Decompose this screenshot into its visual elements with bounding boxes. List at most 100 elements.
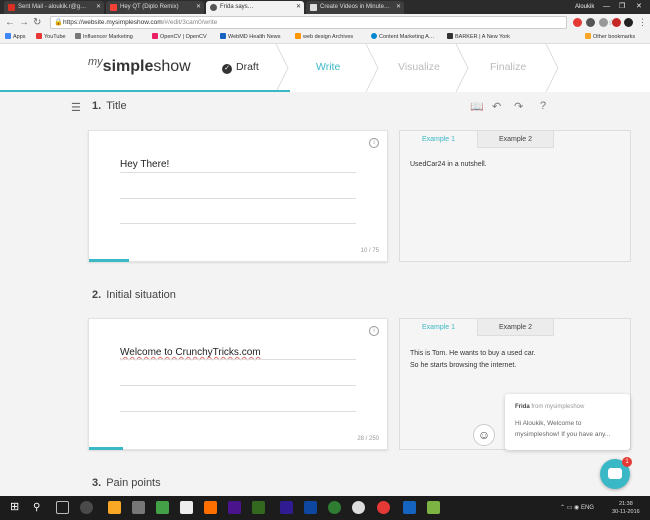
progress-bar [89, 447, 123, 450]
simpleshow-icon [210, 4, 217, 11]
windows-start-icon[interactable]: ⊞ [10, 501, 23, 514]
minimize-icon[interactable]: — [603, 0, 610, 14]
task-view-icon[interactable] [56, 501, 69, 514]
frida-avatar[interactable]: ☺ [473, 424, 495, 446]
chevron-separator [545, 44, 559, 92]
maximize-icon[interactable]: ❐ [619, 0, 625, 14]
search-icon[interactable]: ⚲ [33, 501, 46, 514]
clock[interactable]: 21:38 30-11-2016 [612, 500, 640, 516]
dreamweaver-icon[interactable] [252, 501, 265, 514]
tab-hey-qt[interactable]: Hey QT (Diplo Remix) ✕ [106, 1, 204, 14]
illustrator-icon[interactable] [204, 501, 217, 514]
bookmark-content-marketing[interactable]: Content Marketing A… [371, 31, 434, 44]
chat-popup[interactable]: Frida from mysimpleshow Hi Aloukik, Welc… [505, 394, 630, 450]
bookmark-youtube[interactable]: YouTube [36, 31, 66, 44]
youtube-icon [110, 4, 117, 11]
app-icon[interactable] [180, 501, 193, 514]
app-icon[interactable] [427, 501, 440, 514]
app-icon[interactable] [80, 501, 93, 514]
step-write[interactable]: Write [316, 61, 340, 73]
photoshop-icon[interactable] [304, 501, 317, 514]
app-header: mysimpleshow ✓ Draft Write Visualize Fina… [0, 44, 650, 92]
file-explorer-icon[interactable] [108, 501, 121, 514]
step-draft[interactable]: ✓ Draft [222, 61, 259, 74]
example-2-tab[interactable]: Example 2 [477, 131, 554, 148]
gmail-icon [8, 4, 15, 11]
title-text-input[interactable]: Hey There! [120, 159, 169, 170]
chat-sender: Frida from mysimpleshow [515, 404, 585, 410]
step-visualize[interactable]: Visualize [398, 61, 440, 73]
progress-line [0, 90, 290, 92]
example-panel: Example 1 Example 2 UsedCar24 in a nutsh… [399, 130, 631, 262]
bookmark-other[interactable]: Other bookmarks [585, 31, 635, 44]
initial-situation-input[interactable]: Welcome to CrunchyTricks.com [120, 347, 261, 358]
extension-icon[interactable] [612, 18, 621, 27]
bookmark-webmd[interactable]: WebMD Health News [220, 31, 280, 44]
address-bar-row: ← → ↻ 🔒 https://website.mysimpleshow.com… [0, 14, 650, 31]
window-close-icon[interactable]: ✕ [636, 0, 642, 14]
lock-icon: 🔒 [54, 19, 63, 26]
help-icon[interactable]: ? [540, 100, 546, 112]
bookmark-influencer[interactable]: Influencer Marketing [75, 31, 133, 44]
app-icon[interactable] [132, 501, 145, 514]
lightbulb-icon[interactable]: i [369, 138, 379, 148]
initial-situation-card[interactable]: i Welcome to CrunchyTricks.com 28 / 250 [88, 318, 388, 450]
notification-badge: 1 [622, 457, 632, 467]
book-icon[interactable]: 📖 [470, 100, 484, 113]
profile-name[interactable]: Aloukik [575, 0, 594, 14]
example-text: UsedCar24 in a nutshell. [410, 161, 487, 168]
close-icon[interactable]: ✕ [396, 1, 401, 14]
undo-icon[interactable]: ↶ [492, 100, 501, 113]
extension-icon[interactable] [599, 18, 608, 27]
example-2-tab[interactable]: Example 2 [477, 319, 554, 336]
example-text: This is Tom. He wants to buy a used car.… [410, 350, 536, 369]
after-effects-icon[interactable] [280, 501, 293, 514]
bookmark-webdesign[interactable]: web design Archives [295, 31, 353, 44]
adblock-icon[interactable] [573, 18, 582, 27]
language-indicator[interactable]: ENG [581, 505, 594, 511]
url-input[interactable]: 🔒 https://website.mysimpleshow.com/#/edi… [50, 16, 615, 29]
progress-bar [89, 259, 129, 262]
close-icon[interactable]: ✕ [196, 1, 201, 14]
char-counter: 10 / 75 [360, 248, 379, 254]
section-title-header: 1. Title [92, 100, 127, 112]
tab-frida[interactable]: Frida says… ✕ [206, 1, 304, 14]
forward-icon[interactable]: → [19, 16, 29, 29]
app-icon[interactable] [156, 501, 169, 514]
chevron-separator [275, 44, 289, 92]
step-finalize[interactable]: Finalize [490, 61, 526, 73]
text-line [120, 198, 356, 199]
chrome-menu-icon[interactable]: ⋮ [638, 16, 647, 29]
lightbulb-icon[interactable]: i [369, 326, 379, 336]
extension-icon[interactable] [624, 18, 633, 27]
close-icon[interactable]: ✕ [96, 1, 101, 14]
bookmarks-bar: Apps YouTube Influencer Marketing OpenCV… [0, 31, 650, 44]
hamburger-menu-icon[interactable]: ☰ [71, 101, 81, 114]
example-1-tab[interactable]: Example 1 [400, 131, 477, 148]
bookmark-opencv[interactable]: OpenCV | OpenCV [152, 31, 207, 44]
tab-sent-mail[interactable]: Sent Mail - aloukik.r@g… ✕ [4, 1, 104, 14]
section-initial-situation-header: 2. Initial situation [92, 289, 176, 301]
bookmark-barker[interactable]: BARKER | A New York [447, 31, 510, 44]
chrome-icon[interactable] [377, 501, 390, 514]
redo-icon[interactable]: ↷ [514, 100, 523, 113]
system-tray[interactable]: ⌃ ▭ ◉ ENG [560, 496, 594, 520]
close-icon[interactable]: ✕ [296, 1, 301, 14]
chevron-separator [455, 44, 469, 92]
simpleshow-logo[interactable]: mysimpleshow [88, 56, 191, 76]
section-pain-points-header: 3. Pain points [92, 477, 161, 489]
bookmark-apps[interactable]: Apps [5, 31, 26, 44]
text-line [120, 385, 356, 386]
reload-icon[interactable]: ↻ [33, 16, 41, 29]
extension-icon[interactable] [586, 18, 595, 27]
title-text-card[interactable]: i Hey There! 10 / 75 [88, 130, 388, 262]
example-1-tab[interactable]: Example 1 [400, 319, 477, 336]
premiere-icon[interactable] [228, 501, 241, 514]
text-line [120, 223, 356, 224]
word-icon[interactable] [403, 501, 416, 514]
tab-create-videos[interactable]: Create Videos in Minute… ✕ [306, 1, 404, 14]
back-icon[interactable]: ← [5, 16, 15, 29]
whatsapp-icon[interactable] [328, 501, 341, 514]
browser-tab-strip: Sent Mail - aloukik.r@g… ✕ Hey QT (Diplo … [0, 0, 650, 14]
app-icon[interactable] [352, 501, 365, 514]
